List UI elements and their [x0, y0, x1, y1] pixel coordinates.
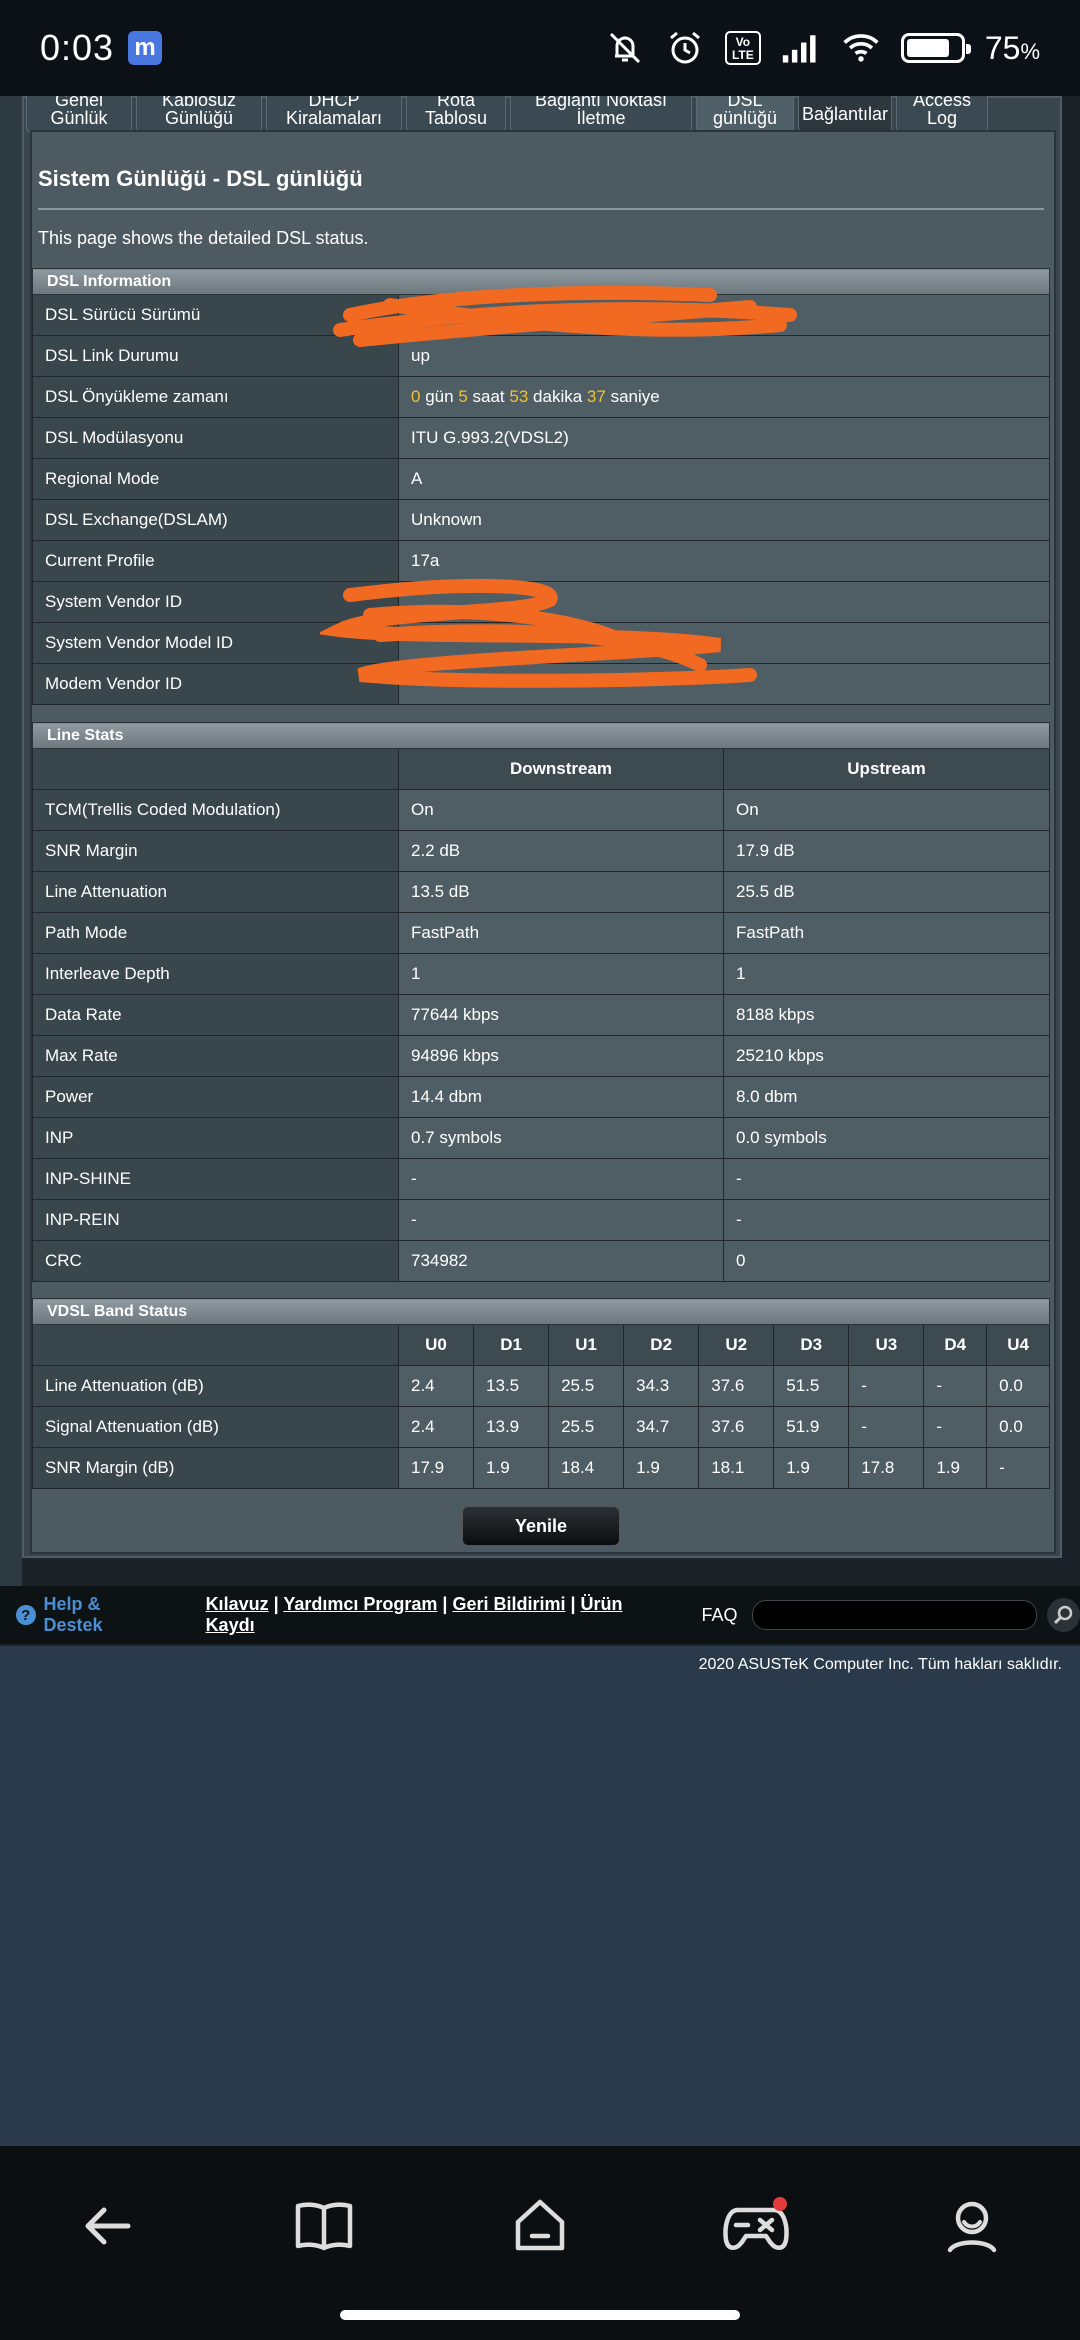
clock: 0:03	[40, 27, 115, 68]
table-row: TCM(Trellis Coded Modulation) On On	[32, 789, 1050, 831]
vdsl-band-table: VDSL Band Status U0 D1 U1 D2 U2 D3 U3 D4…	[32, 1298, 1050, 1489]
table-row: SNR Margin 2.2 dB 17.9 dB	[32, 830, 1050, 872]
table-row: Line Attenuation (dB) 2.4 13.5 25.5 34.3 3…	[32, 1365, 1050, 1407]
uptime-value: 0 gün 5 saat 53 dakika 37 saniye	[398, 376, 1050, 418]
page-description: This page shows the detailed DSL status.	[38, 228, 369, 248]
faq-label: FAQ	[701, 1604, 738, 1625]
table-row: Power 14.4 dbm 8.0 dbm	[32, 1076, 1050, 1118]
help-icon: ?	[16, 1605, 36, 1625]
tab-general-log[interactable]: Genel Günlük	[26, 96, 132, 132]
table-row: INP 0.7 symbols 0.0 symbols	[32, 1117, 1050, 1159]
table-row: Interleave Depth 1 1	[32, 953, 1050, 995]
table-row: Modem Vendor ID	[32, 663, 1050, 705]
copyright: 2020 ASUSTeK Computer Inc. Tüm hakları s…	[698, 1656, 1062, 1673]
table-row: DSL Önyükleme zamanı 0 gün 5 saat 53 dak…	[32, 376, 1050, 418]
home-button[interactable]	[500, 2186, 580, 2266]
profile-button[interactable]	[932, 2186, 1012, 2266]
table-row: Path Mode FastPath FastPath	[32, 912, 1050, 954]
table-header-row: Downstream Upstream	[32, 748, 1050, 790]
utility-link[interactable]: Yardımcı Program	[283, 1594, 437, 1614]
line-stats-header: Line Stats	[32, 722, 1050, 749]
table-row: DSL Link Durumu up	[32, 335, 1050, 377]
tab-dsl-log[interactable]: DSL günlüğü	[696, 96, 794, 132]
tab-dhcp-leases[interactable]: DHCP Kiralamaları	[266, 96, 402, 132]
wifi-icon	[841, 28, 881, 68]
table-row: Regional Mode A	[32, 458, 1050, 500]
games-button[interactable]	[716, 2186, 796, 2266]
table-row: Data Rate 77644 kbps 8188 kbps	[32, 994, 1050, 1036]
log-tabs: Genel Günlük Kablosuz Günlüğü DHCP Kiral…	[26, 96, 988, 132]
tab-route-table[interactable]: Rota Tablosu	[406, 96, 506, 132]
table-header-row: U0 D1 U1 D2 U2 D3 U3 D4 U4	[32, 1324, 1050, 1366]
faq-search-input[interactable]	[751, 1600, 1037, 1630]
table-row: Max Rate 94896 kbps 25210 kbps	[32, 1035, 1050, 1077]
table-row: Signal Attenuation (dB) 2.4 13.9 25.5 34.7…	[32, 1406, 1050, 1448]
app-notification-icon: m	[128, 31, 163, 65]
table-row: Current Profile 17a	[32, 540, 1050, 582]
signal-icon	[781, 28, 821, 68]
table-row: DSL Sürücü Sürümü	[32, 294, 1050, 336]
table-row: INP-REIN - -	[32, 1199, 1050, 1241]
table-row: DSL Modülasyonu ITU G.993.2(VDSL2)	[32, 417, 1050, 459]
footer-bar: ? Help & Destek Kılavuz | Yardımcı Progr…	[0, 1586, 1080, 1644]
volte-icon: Vo LTE	[724, 31, 761, 65]
battery-percent: 75%	[984, 29, 1040, 66]
driver-version-value	[398, 294, 1050, 336]
table-row: INP-SHINE - -	[32, 1158, 1050, 1200]
back-arrow-icon	[85, 2207, 131, 2245]
tab-port-forwarding[interactable]: Bağlantı Noktası İletme	[510, 96, 692, 132]
title-divider	[38, 208, 1044, 210]
status-bar: 0:03 m Vo LTE 75%	[0, 0, 1080, 96]
table-row: SNR Margin (dB) 17.9 1.9 18.4 1.9 18.1 1.9 …	[32, 1447, 1050, 1489]
book-icon	[295, 2202, 353, 2251]
home-icon	[515, 2199, 565, 2251]
refresh-button[interactable]: Yenile	[462, 1506, 620, 1546]
search-button[interactable]	[1046, 1598, 1080, 1632]
line-stats-table: Line Stats Downstream Upstream TCM(Trell…	[32, 722, 1050, 1282]
col-downstream: Downstream	[398, 748, 724, 790]
tab-wireless-log[interactable]: Kablosuz Günlüğü	[136, 96, 262, 132]
table-row: System Vendor Model ID	[32, 622, 1050, 664]
battery-icon	[900, 33, 971, 63]
alarm-icon	[665, 28, 705, 68]
back-button[interactable]	[68, 2186, 148, 2266]
help-support-link[interactable]: ? Help & Destek	[16, 1594, 162, 1636]
col-upstream: Upstream	[723, 748, 1050, 790]
gamepad-icon	[723, 2197, 789, 2250]
footer-links: Kılavuz | Yardımcı Program | Geri Bildir…	[205, 1594, 623, 1635]
table-row: System Vendor ID	[32, 581, 1050, 623]
bookmarks-button[interactable]	[284, 2186, 364, 2266]
vdsl-band-header: VDSL Band Status	[32, 1298, 1050, 1325]
dsl-information-header: DSL Information	[32, 268, 1050, 295]
dsl-information-table: DSL Information DSL Sürücü Sürümü DSL Li…	[32, 268, 1050, 705]
search-icon	[1054, 1605, 1073, 1625]
tab-connections[interactable]: Bağlantılar	[798, 96, 892, 132]
table-row: Line Attenuation 13.5 dB 25.5 dB	[32, 871, 1050, 913]
manual-link[interactable]: Kılavuz	[206, 1594, 269, 1614]
mute-icon	[605, 28, 645, 68]
table-row: DSL Exchange(DSLAM) Unknown	[32, 499, 1050, 541]
table-row: CRC 734982 0	[32, 1240, 1050, 1282]
tab-access-log[interactable]: Access Log	[896, 96, 988, 132]
gesture-home-indicator[interactable]	[340, 2310, 740, 2320]
profile-icon	[947, 2201, 997, 2253]
page-title: Sistem Günlüğü - DSL günlüğü	[38, 166, 363, 191]
left-menu-edge	[0, 96, 22, 1616]
feedback-link[interactable]: Geri Bildirimi	[452, 1594, 565, 1614]
